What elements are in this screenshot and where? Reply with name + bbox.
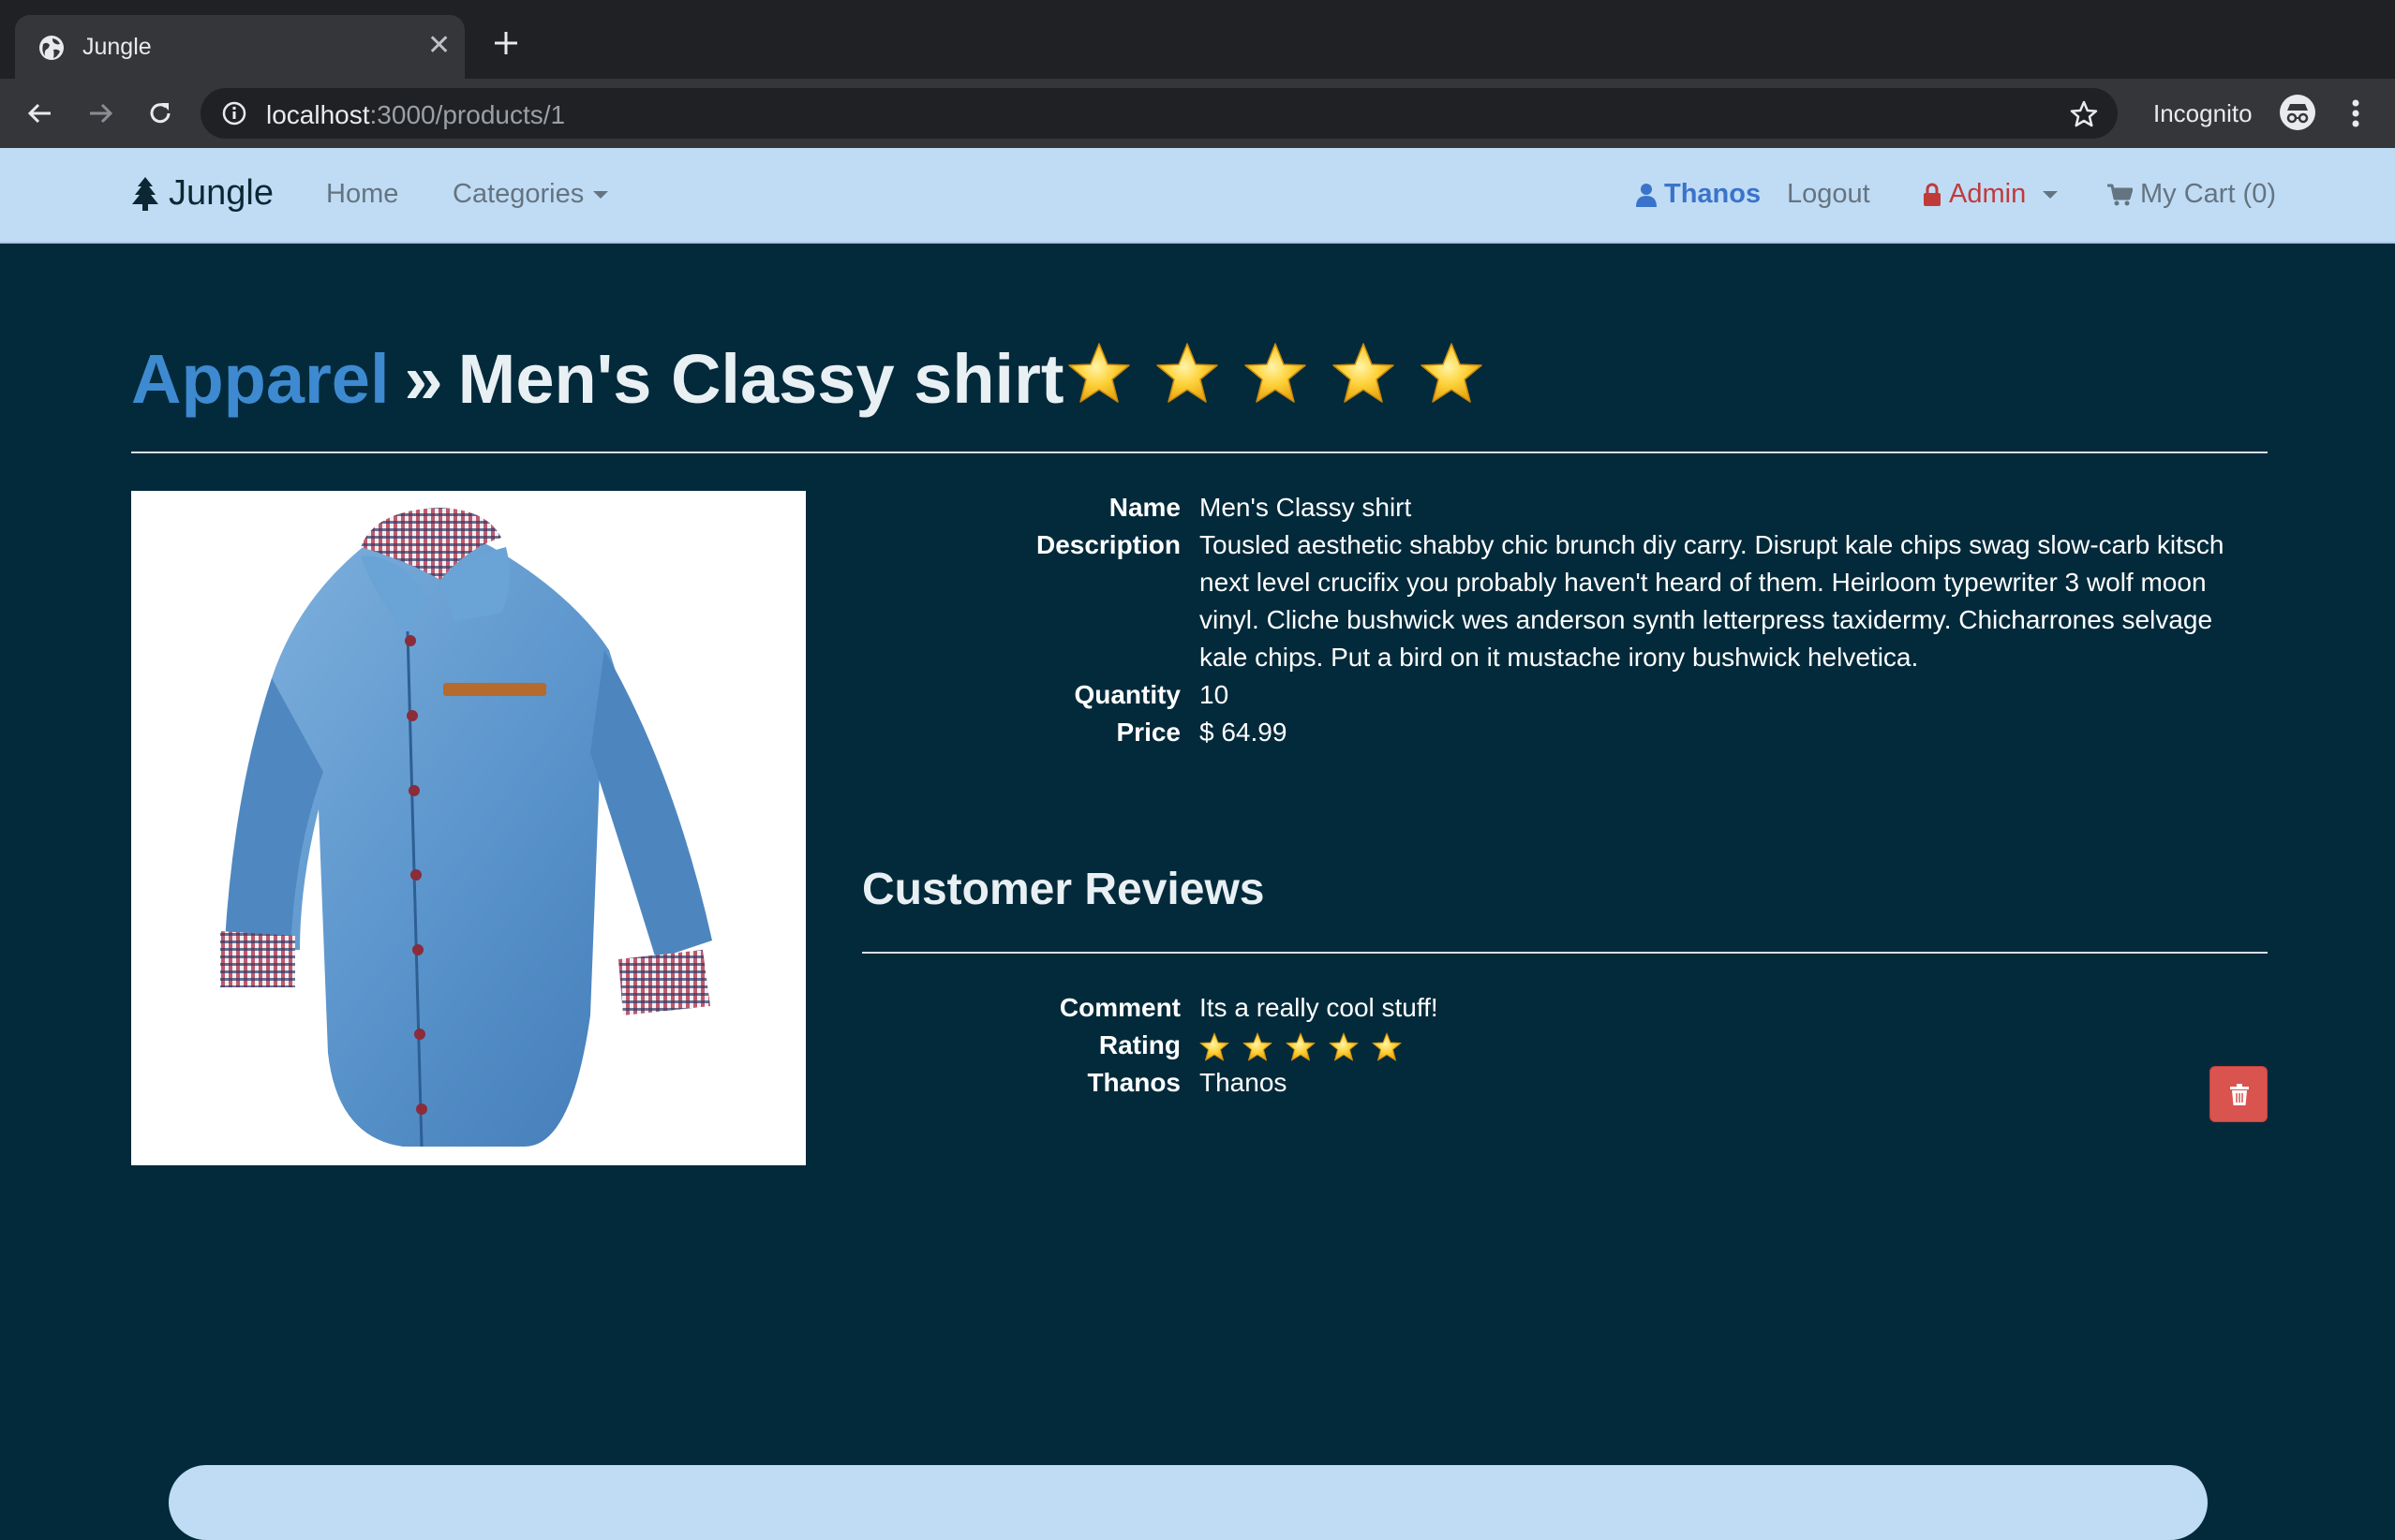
url-text[interactable]: localhost:3000/products/1 — [266, 100, 565, 130]
product-title: Men's Classy shirt — [457, 340, 1064, 418]
site-navbar: Jungle Home Categories Thanos Logout Adm… — [0, 148, 2395, 244]
detail-value-name: Men's Classy shirt — [1199, 493, 1412, 522]
detail-value-price: $ 64.99 — [1199, 718, 1287, 747]
product-details: Name Men's Classy shirt Description Tous… — [862, 489, 2268, 770]
incognito-label: Incognito — [2153, 99, 2253, 127]
globe-icon — [39, 36, 64, 60]
site-info-icon[interactable] — [221, 100, 247, 126]
nav-home-link[interactable]: Home — [326, 179, 398, 210]
shirt-image — [220, 508, 712, 1148]
review-label-reviewer: Thanos — [1087, 1068, 1181, 1097]
star-icon — [1372, 1032, 1402, 1061]
review-comment: Its a really cool stuff! — [1199, 993, 1438, 1022]
title-divider — [131, 452, 2268, 453]
star-icon — [1242, 1032, 1272, 1061]
star-icon — [1068, 343, 1130, 403]
star-icon — [1199, 1032, 1229, 1061]
new-tab-icon[interactable] — [489, 26, 523, 60]
trash-icon — [2230, 1084, 2249, 1105]
reviews-divider — [862, 952, 2268, 954]
nav-logout-link[interactable]: Logout — [1787, 179, 1870, 210]
review-rating-stars — [1199, 1032, 1402, 1062]
star-icon — [1286, 1032, 1316, 1061]
star-icon — [1329, 1032, 1359, 1061]
shopping-cart-icon — [2107, 184, 2133, 205]
reload-icon[interactable] — [142, 96, 178, 131]
review-label-rating: Rating — [1098, 1030, 1181, 1059]
detail-label-description: Description — [1035, 530, 1181, 559]
detail-label-name: Name — [1108, 493, 1181, 522]
reviews-heading: Customer Reviews — [862, 865, 1265, 914]
footer-panel — [169, 1465, 2208, 1540]
nav-cart-link[interactable]: My Cart (0) — [2106, 179, 2276, 210]
tree-icon — [132, 176, 158, 211]
browser-tab-strip: Jungle ✕ — [0, 0, 2395, 79]
review-reviewer: Thanos — [1199, 1068, 1287, 1097]
product-rating-stars — [1066, 341, 1484, 407]
tab-title: Jungle — [82, 34, 152, 60]
star-icon — [1332, 343, 1394, 403]
product-image — [131, 491, 806, 1165]
lock-icon — [1924, 183, 1941, 206]
browser-toolbar: localhost:3000/products/1 Incognito — [0, 79, 2395, 148]
star-icon — [1421, 343, 1482, 403]
user-icon — [1636, 183, 1657, 207]
star-icon — [1156, 343, 1218, 403]
nav-categories-dropdown[interactable]: Categories — [453, 179, 609, 210]
chevron-down-icon — [2043, 190, 2059, 199]
review-label-comment: Comment — [1059, 993, 1181, 1022]
incognito-icon[interactable] — [2279, 94, 2316, 131]
review-item: Comment Its a really cool stuff! Rating … — [862, 989, 2268, 1111]
nav-admin-label: Admin — [1949, 179, 2027, 209]
detail-value-quantity: 10 — [1199, 680, 1229, 709]
delete-review-button[interactable] — [2209, 1066, 2268, 1122]
star-icon — [1244, 343, 1306, 403]
nav-categories-label: Categories — [453, 179, 585, 209]
nav-admin-dropdown[interactable]: Admin — [1923, 179, 2059, 210]
chevron-down-icon — [593, 191, 609, 200]
detail-label-price: Price — [1116, 718, 1182, 747]
browser-tab[interactable]: Jungle ✕ — [15, 15, 465, 79]
page-title: Apparel» Men's Classy shirt — [131, 339, 1064, 419]
category-link[interactable]: Apparel — [131, 340, 390, 418]
breadcrumb-separator: » — [404, 340, 443, 418]
address-bar[interactable]: localhost:3000/products/1 — [201, 88, 2118, 139]
back-arrow-icon[interactable] — [22, 96, 58, 131]
tab-close-icon[interactable]: ✕ — [427, 32, 451, 60]
detail-label-quantity: Quantity — [1074, 680, 1181, 709]
nav-user-link[interactable]: Thanos — [1636, 179, 1761, 210]
forward-arrow-icon[interactable] — [82, 96, 118, 131]
brand-link[interactable]: Jungle — [131, 173, 274, 214]
detail-value-description: Tousled aesthetic shabby chic brunch diy… — [1199, 530, 2224, 672]
nav-user-name: Thanos — [1664, 179, 1762, 209]
bookmark-star-icon[interactable] — [2069, 99, 2099, 129]
nav-cart-label: My Cart (0) — [2140, 179, 2276, 209]
brand-name: Jungle — [169, 173, 274, 213]
browser-menu-icon[interactable] — [2346, 96, 2365, 131]
